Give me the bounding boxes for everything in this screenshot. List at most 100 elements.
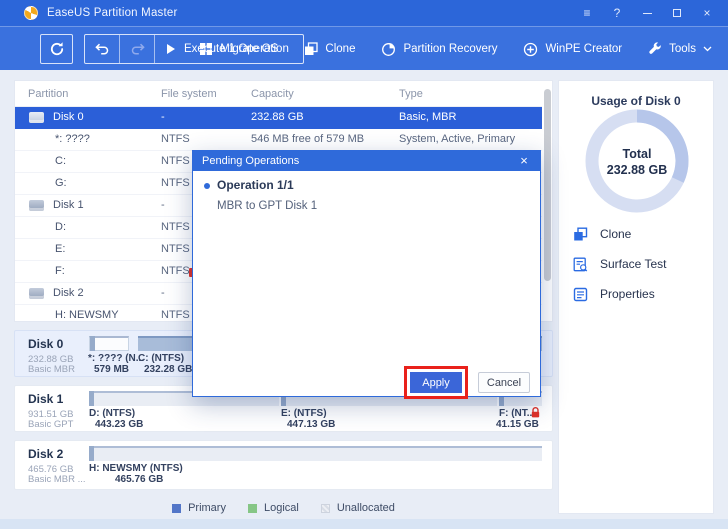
winpe-creator-button[interactable]: WinPE Creator [523,42,622,57]
file-system-value: NTFS [161,133,190,145]
type-value: Basic, MBR [399,111,456,123]
tools-wrench-icon [648,42,662,56]
file-system-value: NTFS [161,309,190,321]
file-system-value: - [161,287,165,299]
table-header: Partition File system Capacity Type [15,81,542,107]
sidebar-item-clone[interactable]: Clone [573,224,631,244]
column-file-system: File system [161,88,217,100]
migrate-os-button[interactable]: Migrate OS [199,42,278,56]
partition-segment-h[interactable] [89,446,542,461]
refresh-icon [49,41,65,57]
sidebar-item-surface-test[interactable]: Surface Test [573,254,666,274]
disk-icon [29,112,44,123]
sidebar-item-properties[interactable]: Properties [573,284,655,304]
disk-name: Disk 0 [28,337,63,351]
file-system-value: NTFS [161,221,190,233]
disk2-map-card[interactable]: Disk 2 465.76 GB Basic MBR ... H: NEWSMY… [14,440,553,490]
dialog-header[interactable]: Pending Operations × [192,150,541,171]
partition-name: Disk 0 [53,111,84,123]
used-space-indicator [90,336,95,351]
toolbar: Execute 1 Operation Migrate OS Clone [0,26,728,70]
partition-label: C: (NTFS) [138,353,184,364]
partition-segment-system[interactable] [89,336,129,351]
file-system-value: - [161,111,165,123]
migrate-os-icon [199,42,213,56]
disk-layout: Basic MBR ... [28,474,86,485]
partition-recovery-icon [381,42,396,57]
legend-label: Logical [264,502,299,514]
partition-name: C: [55,155,66,167]
dialog-close-icon[interactable]: × [515,150,533,171]
redo-icon [130,43,145,56]
partition-label: F: (NT... [499,408,535,419]
vertical-scrollbar[interactable] [544,89,551,281]
sidebar-item-label: Properties [600,287,655,301]
partition-recovery-label: Partition Recovery [403,43,497,55]
column-partition: Partition [28,88,68,100]
table-row-disk0[interactable]: Disk 0 - 232.88 GB Basic, MBR [15,107,542,129]
disk-layout: Basic GPT [28,419,73,430]
redo-button[interactable] [120,35,154,63]
minimize-icon[interactable] [636,3,658,23]
donut-center-value: 232.88 GB [559,163,715,177]
undo-button[interactable] [85,35,119,63]
close-icon[interactable]: × [696,3,718,23]
capacity-value: 546 MB free of 579 MB [251,133,364,145]
file-system-value: - [161,199,165,211]
operation-title: Operation 1/1 [217,178,294,192]
partition-name: G: [55,177,67,189]
partition-label: E: (NTFS) [281,408,327,419]
help-icon[interactable]: ? [606,3,628,23]
easeus-logo-icon [24,6,38,20]
tools-button[interactable]: Tools [648,42,712,56]
partition-label: H: NEWSMY (NTFS) [89,463,183,474]
refresh-button[interactable] [40,34,73,64]
partition-size: 443.23 GB [95,419,143,430]
partition-size: 447.13 GB [287,419,335,430]
type-value: System, Active, Primary [399,133,515,145]
maximize-icon[interactable] [666,3,688,23]
partition-name: Disk 2 [53,287,84,299]
properties-icon [573,287,588,302]
disk-icon [29,200,44,211]
apply-button[interactable]: Apply [410,372,462,393]
file-system-value: NTFS [161,155,190,167]
disk-name: Disk 2 [28,447,63,461]
cancel-button[interactable]: Cancel [478,372,530,393]
partition-name: H: NEWSMY [55,309,119,321]
unallocated-color-swatch [321,504,330,513]
clone-icon [573,227,588,242]
clone-icon [304,42,318,56]
partition-size: 579 MB [94,364,129,375]
tools-label: Tools [669,43,696,55]
table-row-system-partition[interactable]: *: ???? NTFS 546 MB free of 579 MB Syste… [15,129,542,151]
chevron-down-icon [703,46,712,52]
dialog-title: Pending Operations [202,155,299,167]
partition-size: 465.76 GB [115,474,163,485]
operation-detail: MBR to GPT Disk 1 [217,200,317,212]
donut-center-label: Total [559,147,715,161]
app-title: EaseUS Partition Master [47,7,178,19]
pending-operations-dialog: Pending Operations × Operation 1/1 MBR t… [192,150,541,397]
column-type: Type [399,88,423,100]
partition-label: D: (NTFS) [89,408,135,419]
partition-name: F: [55,265,65,277]
clone-button[interactable]: Clone [304,42,355,56]
legend-primary: Primary [172,502,226,514]
footer-band [0,519,728,529]
window-controls: ≡ ? × [576,0,718,26]
titlebar: EaseUS Partition Master ≡ ? × [0,0,728,26]
partition-name: *: ???? [55,133,90,145]
partition-name: E: [55,243,65,255]
legend-label: Primary [188,502,226,514]
sidebar-item-label: Surface Test [600,257,666,271]
operation-bullet-icon [204,183,210,189]
column-capacity: Capacity [251,88,294,100]
legend-unallocated: Unallocated [321,502,395,514]
disk-usage-donut-chart [572,96,702,226]
partition-type-legend: Primary Logical Unallocated [14,502,553,514]
legend-label: Unallocated [337,502,395,514]
partition-recovery-button[interactable]: Partition Recovery [381,42,497,57]
menu-icon[interactable]: ≡ [576,3,598,23]
winpe-creator-label: WinPE Creator [545,43,622,55]
